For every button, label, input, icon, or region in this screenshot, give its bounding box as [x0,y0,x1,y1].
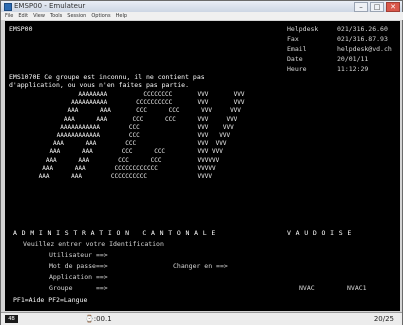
org-name-left: A D M I N I S T R A T I O N C A N T O N … [13,229,216,237]
password-field[interactable] [117,262,167,269]
menu-tools[interactable]: Tools [50,12,62,20]
user-field[interactable] [117,251,197,258]
maximize-icon[interactable]: □ [370,2,384,12]
email-label: Email [287,45,307,53]
nvac-label: NVAC [299,284,315,292]
title-bar: EMSP00 - Emulateur – □ ✕ [1,1,402,12]
menu-options[interactable]: Options [91,12,110,20]
helpdesk-label: Helpdesk [287,25,319,33]
error-message-line2: d'application, ou vous n'en faites pas p… [9,81,190,89]
time-value: 11:12:29 [337,65,369,73]
menu-help[interactable]: Help [116,12,127,20]
fax-label: Fax [287,35,299,43]
menu-view[interactable]: View [33,12,45,20]
org-name-right: V A U D O I S E [287,229,352,237]
cursor-position: 20/25 [373,315,394,323]
change-password-label: Changer en ==> [173,262,228,270]
error-message-line1: EMS1070E Ce groupe est inconnu, il ne co… [9,73,205,81]
new-password-field[interactable] [233,262,283,269]
date-value: 20/01/11 [337,55,369,63]
group-field[interactable] [117,284,197,291]
group-label: Groupe ==> [49,284,108,292]
menu-file[interactable]: File [5,12,13,20]
date-label: Date [287,55,303,63]
password-label: Mot de passe==> [49,262,108,270]
menu-bar: File Edit View Tools Session Options Hel… [1,12,403,20]
minimize-icon[interactable]: – [354,2,368,12]
app-icon [4,3,12,11]
terminal-screen[interactable]: EMSP00 Helpdesk 021/316.26.60 Fax 021/31… [5,21,400,311]
window-title: EMSP00 - Emulateur [14,2,86,10]
email-value: helpdesk@vd.ch [337,45,392,53]
terminal-window: EMSP00 - Emulateur – □ ✕ File Edit View … [0,0,403,325]
application-field[interactable] [117,273,197,280]
menu-session[interactable]: Session [67,12,86,20]
menu-edit[interactable]: Edit [18,12,28,20]
acv-logo-art: AAAAAAAA CCCCCCCC VVV VVV AAAAAAAAAA CCC… [38,91,245,181]
session-indicator-icon: 4B [5,315,18,323]
user-label: Utilisateur ==> [49,251,108,259]
login-prompt: Veuillez entrer votre Identification [23,240,164,248]
status-clock: ⌚:00.1 [85,315,112,323]
nvac-value: NVAC1 [347,284,367,292]
helpdesk-value: 021/316.26.60 [337,25,388,33]
application-label: Application ==> [49,273,108,281]
function-keys: PF1=Aide PF2=Langue [13,296,88,304]
status-clock-value: :00.1 [93,315,112,323]
close-icon[interactable]: ✕ [386,2,400,12]
session-id: EMSP00 [9,25,33,33]
acv-logo: AAAAAAAA CCCCCCCC VVV VVV AAAAAAAAAA CCC… [35,91,245,181]
fax-value: 021/316.87.93 [337,35,388,43]
time-label: Heure [287,65,307,73]
status-bar: 4B ⌚:00.1 20/25 [1,312,402,325]
